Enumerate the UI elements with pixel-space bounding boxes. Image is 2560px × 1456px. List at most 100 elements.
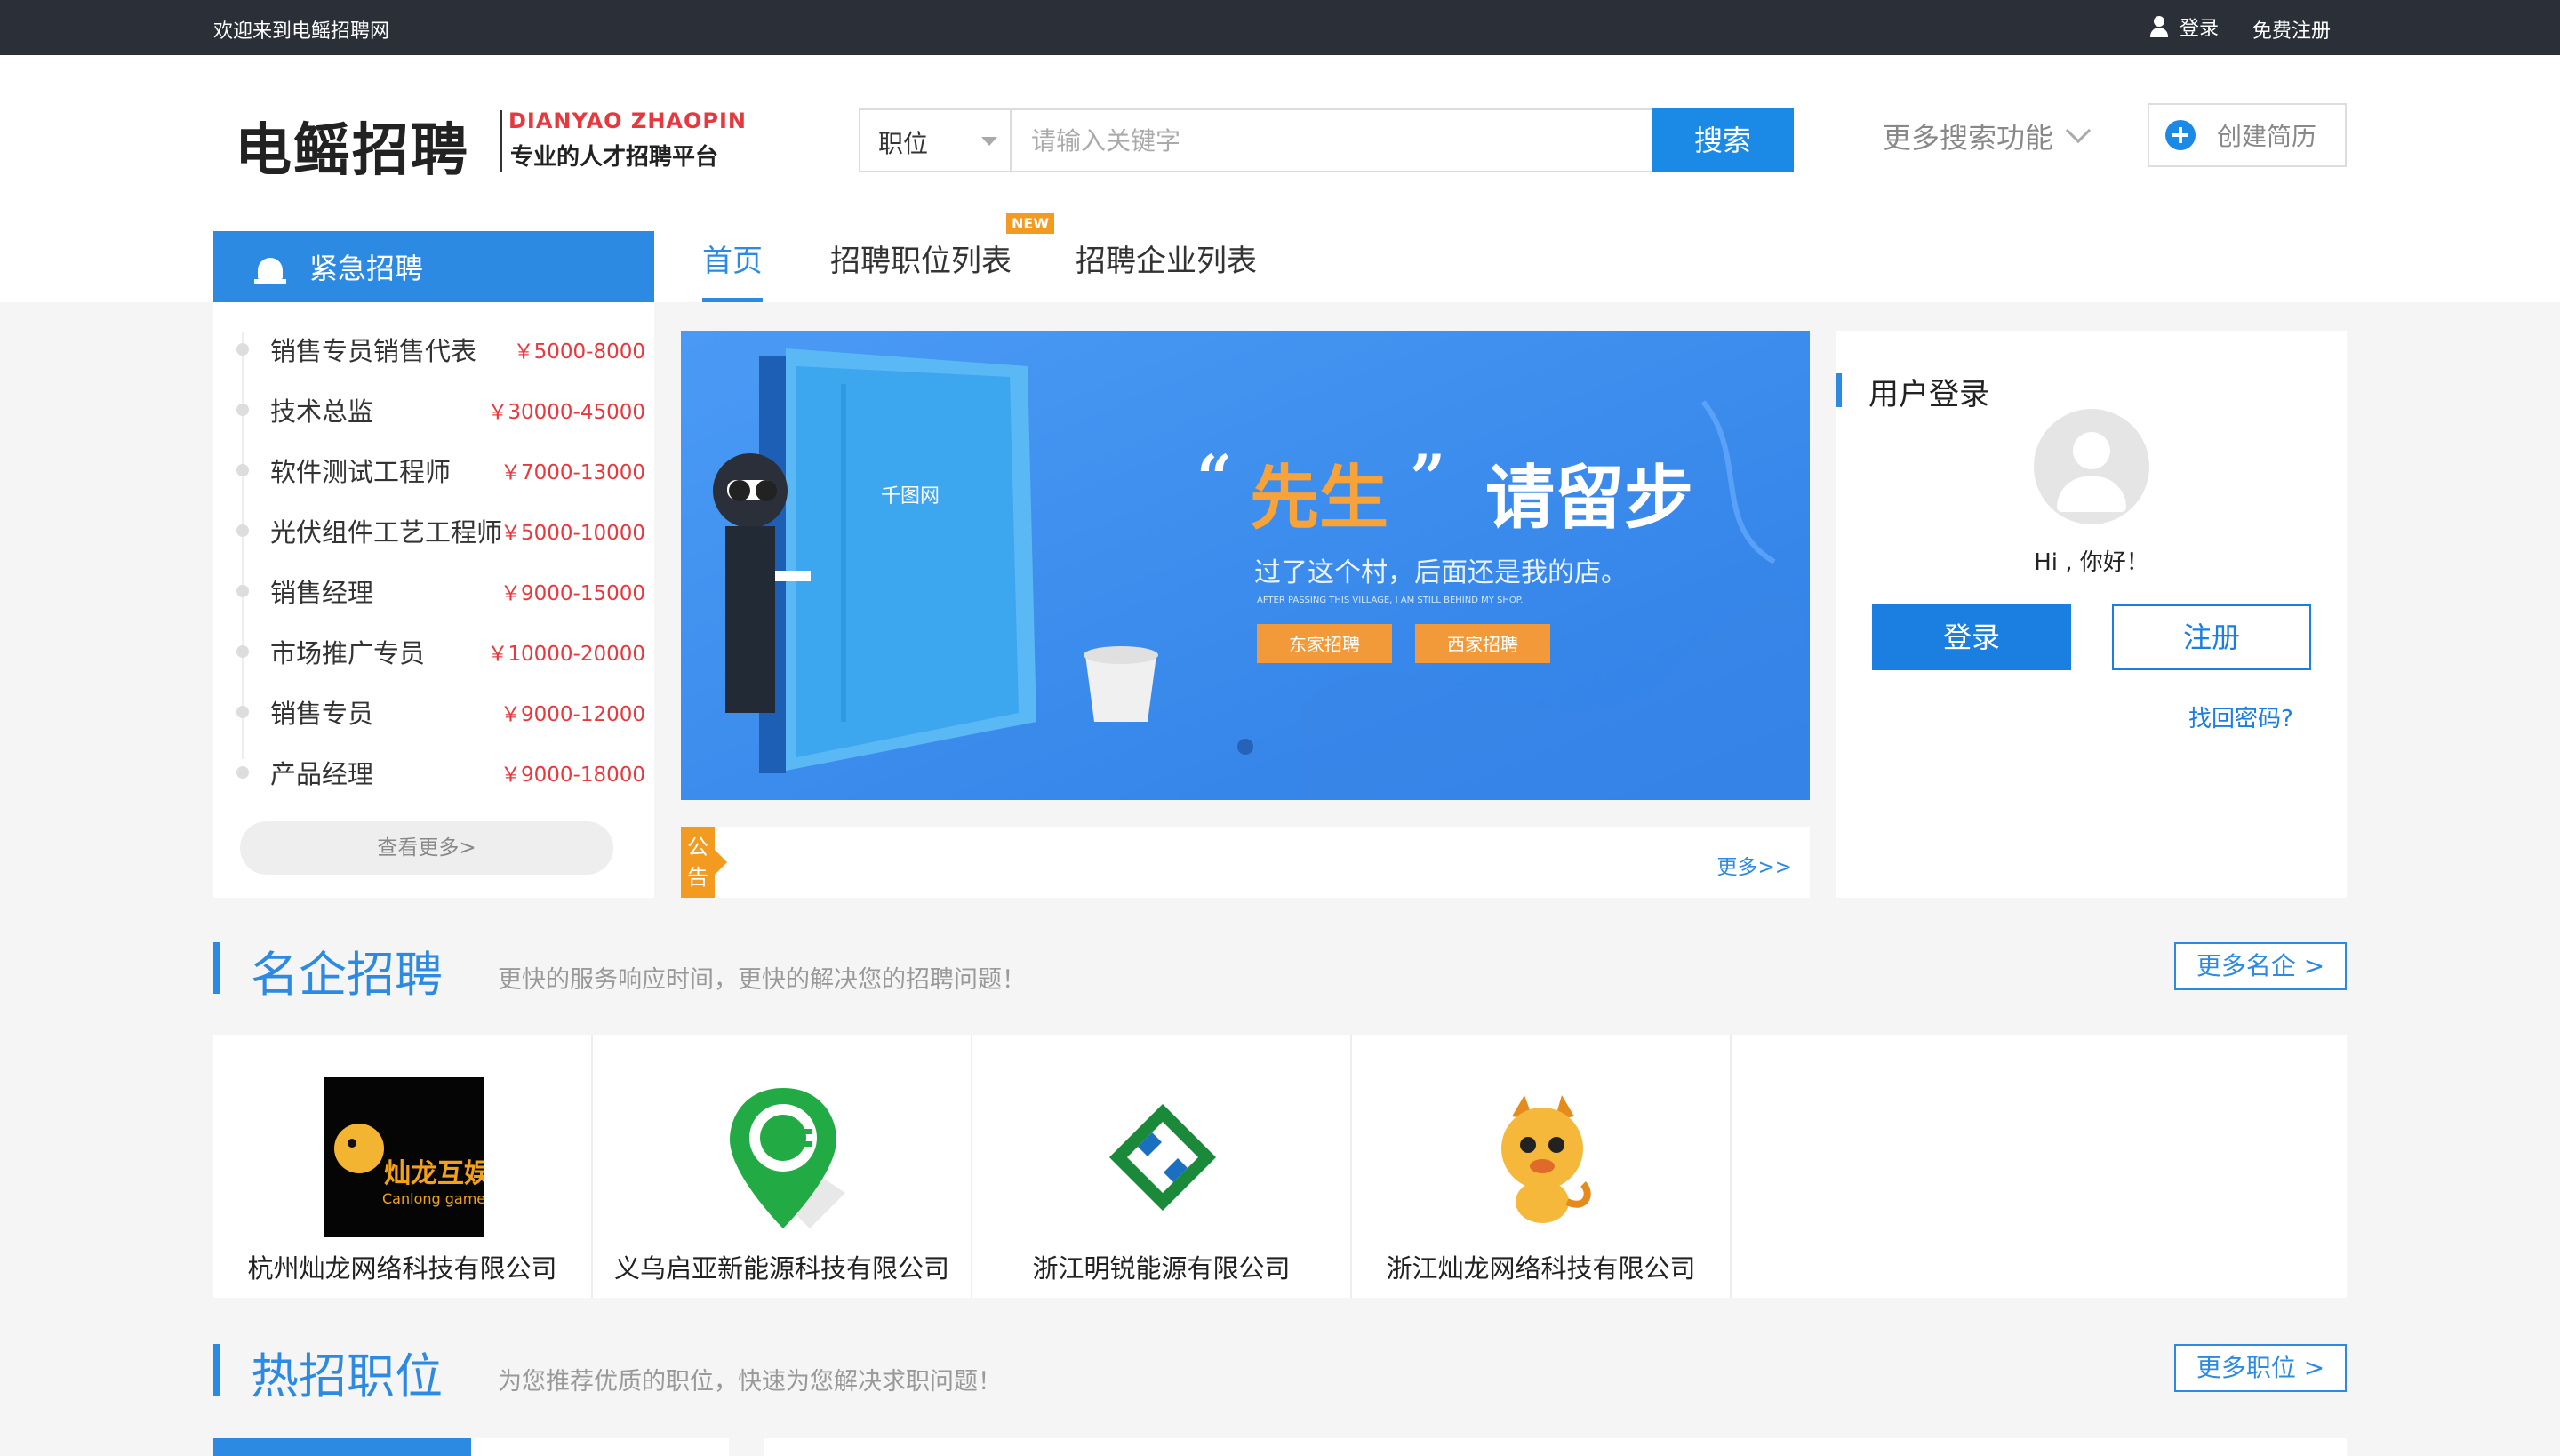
section-bar	[213, 942, 220, 994]
top-login-link[interactable]: 登录	[2149, 12, 2219, 41]
urgent-job-item[interactable]: 销售经理 ￥9000-15000	[236, 572, 645, 608]
urgent-job-item[interactable]: 销售专员销售代表 ￥5000-8000	[236, 331, 645, 366]
hot-jobs-panel	[764, 1438, 2347, 1456]
job-salary: ￥9000-15000	[500, 582, 645, 605]
bullet-dot	[236, 766, 249, 779]
forgot-password-link[interactable]: 找回密码?	[2188, 700, 2293, 733]
company-card[interactable]: 义乌启亚新能源科技有限公司	[593, 1035, 972, 1298]
tab-home[interactable]: 首页	[702, 233, 763, 302]
urgent-job-item[interactable]: 技术总监 ￥30000-45000	[236, 391, 645, 427]
banner-tiny-text: AFTER PASSING THIS VILLAGE, I AM STILL B…	[1257, 596, 1523, 605]
famous-subtitle: 更快的服务响应时间，更快的解决您的招聘问题！	[498, 966, 1026, 994]
charging-pin-icon	[730, 1088, 845, 1228]
tab-job-list[interactable]: 招聘职位列表	[830, 233, 1012, 302]
caret-down-icon	[981, 137, 997, 146]
hot-subtitle: 为您推荐优质的职位，快速为您解决求职问题！	[498, 1368, 1002, 1396]
dragon-mascot-icon	[1501, 1095, 1591, 1223]
banner-subline: 过了这个村，后面还是我的店。	[1254, 557, 1628, 588]
company-card[interactable]: 灿龙互娱 Canlong game 杭州灿龙网络科技有限公司	[213, 1035, 593, 1298]
door-brand: 千图网	[881, 485, 940, 508]
login-button[interactable]: 登录	[1872, 604, 2071, 670]
search-input[interactable]	[1013, 110, 1653, 171]
dragon-logo-icon: 灿龙互娱 Canlong game	[324, 1077, 492, 1237]
register-button[interactable]: 注册	[2112, 604, 2311, 670]
job-title: 销售专员	[270, 699, 374, 729]
company-logo	[703, 1077, 863, 1237]
user-icon	[2149, 16, 2169, 37]
logo-sub-text: Canlong game	[382, 1190, 484, 1207]
create-resume-button[interactable]: 创建简历	[2148, 103, 2347, 167]
more-jobs-button[interactable]: 更多职位 >	[2174, 1344, 2347, 1392]
urgent-job-list: 销售专员销售代表 ￥5000-8000 技术总监 ￥30000-45000 软件测试…	[213, 302, 654, 898]
logo-divider	[500, 110, 502, 172]
tab-company-list[interactable]: 招聘企业列表	[1076, 233, 1257, 302]
job-salary: ￥10000-20000	[487, 643, 645, 666]
hot-title: 热招职位	[251, 1348, 443, 1404]
job-title: 市场推广专员	[270, 638, 426, 668]
urgent-job-item[interactable]: 光伏组件工艺工程师 ￥5000-10000	[236, 512, 645, 548]
alarm-icon	[252, 249, 288, 284]
top-bar: 欢迎来到电鳐招聘网 登录 免费注册	[0, 0, 2560, 55]
job-salary: ￥9000-12000	[500, 703, 645, 726]
more-search-label: 更多搜索功能	[1883, 121, 2054, 155]
svg-text:“: “	[1196, 441, 1232, 515]
banner-headline-word: 先生	[1250, 459, 1388, 539]
top-login-label: 登录	[2180, 18, 2220, 40]
company-name: 义乌启亚新能源科技有限公司	[613, 1253, 949, 1284]
notice-tag: 公告	[681, 827, 727, 898]
avatar	[2034, 409, 2149, 524]
job-title: 软件测试工程师	[270, 457, 452, 487]
company-logo	[1083, 1077, 1243, 1237]
bullet-dot	[236, 464, 249, 476]
company-card[interactable]: 浙江明锐能源有限公司	[972, 1035, 1352, 1298]
urgent-job-item[interactable]: 软件测试工程师 ￥7000-13000	[236, 452, 645, 487]
bullet-dot	[236, 404, 249, 416]
urgent-header: 紧急招聘	[213, 231, 654, 302]
job-salary: ￥5000-10000	[500, 522, 645, 545]
hot-tab[interactable]	[471, 1438, 729, 1456]
job-title: 销售经理	[270, 578, 374, 608]
create-resume-label: 创建简历	[2217, 122, 2317, 151]
welcome-text: 欢迎来到电鳐招聘网	[213, 20, 390, 43]
view-more-button[interactable]: 查看更多>	[240, 821, 613, 875]
job-salary: ￥9000-18000	[500, 764, 645, 787]
new-badge: NEW	[1006, 213, 1054, 234]
chevron-down-icon	[2065, 117, 2092, 144]
urgent-job-item[interactable]: 产品经理 ￥9000-18000	[236, 754, 645, 789]
user-login-panel: 用户登录 Hi , 你好！ 登录 注册 找回密码?	[1836, 331, 2347, 898]
company-name: 浙江明锐能源有限公司	[1032, 1253, 1291, 1284]
panel-title-bar	[1836, 373, 1842, 407]
logo-english: DIANYAO ZHAOPIN	[508, 108, 747, 133]
job-salary: ￥5000-8000	[513, 340, 645, 364]
panel-title: 用户登录	[1868, 377, 1989, 412]
logo-title[interactable]: 电鳐招聘	[235, 105, 469, 187]
notice-more-link[interactable]: 更多>>	[1716, 850, 1792, 880]
company-card[interactable]: 浙江灿龙网络科技有限公司	[1352, 1035, 1732, 1298]
top-register-link[interactable]: 免费注册	[2252, 15, 2331, 44]
job-salary: ￥7000-13000	[500, 461, 645, 484]
job-title: 光伏组件工艺工程师	[270, 517, 503, 548]
job-title: 销售专员销售代表	[270, 336, 477, 366]
banner-btn-left: 东家招聘	[1289, 634, 1360, 655]
famous-title: 名企招聘	[251, 947, 443, 1003]
search-button[interactable]: 搜索	[1652, 108, 1794, 172]
more-companies-button[interactable]: 更多名企 >	[2174, 942, 2347, 990]
job-title: 产品经理	[270, 759, 374, 789]
logo-text: 灿龙互娱	[384, 1158, 484, 1189]
more-search-toggle[interactable]: 更多搜索功能	[1883, 116, 2092, 156]
urgent-title: 紧急招聘	[309, 252, 424, 285]
bullet-dot	[236, 706, 249, 718]
bullet-dot	[236, 343, 249, 356]
promo-banner[interactable]: “ 先生 ” 请留步 过了这个村，后面还是我的店。 AFTER PASSING …	[681, 331, 1810, 800]
job-title: 技术总监	[270, 396, 374, 427]
hot-tab-active[interactable]	[213, 1438, 471, 1456]
plus-circle-icon	[2165, 120, 2196, 150]
company-grid: 灿龙互娱 Canlong game 杭州灿龙网络科技有限公司 义乌启亚新能源科技…	[213, 1035, 2347, 1298]
urgent-job-item[interactable]: 销售专员 ￥9000-12000	[236, 693, 645, 729]
search-category-select[interactable]: 职位	[860, 110, 1012, 171]
bullet-dot	[236, 524, 249, 537]
bullet-dot	[236, 645, 249, 658]
banner-illustration: “ 先生 ” 请留步 过了这个村，后面还是我的店。 AFTER PASSING …	[681, 331, 1810, 800]
company-name: 杭州灿龙网络科技有限公司	[247, 1253, 557, 1284]
urgent-job-item[interactable]: 市场推广专员 ￥10000-20000	[236, 633, 645, 668]
